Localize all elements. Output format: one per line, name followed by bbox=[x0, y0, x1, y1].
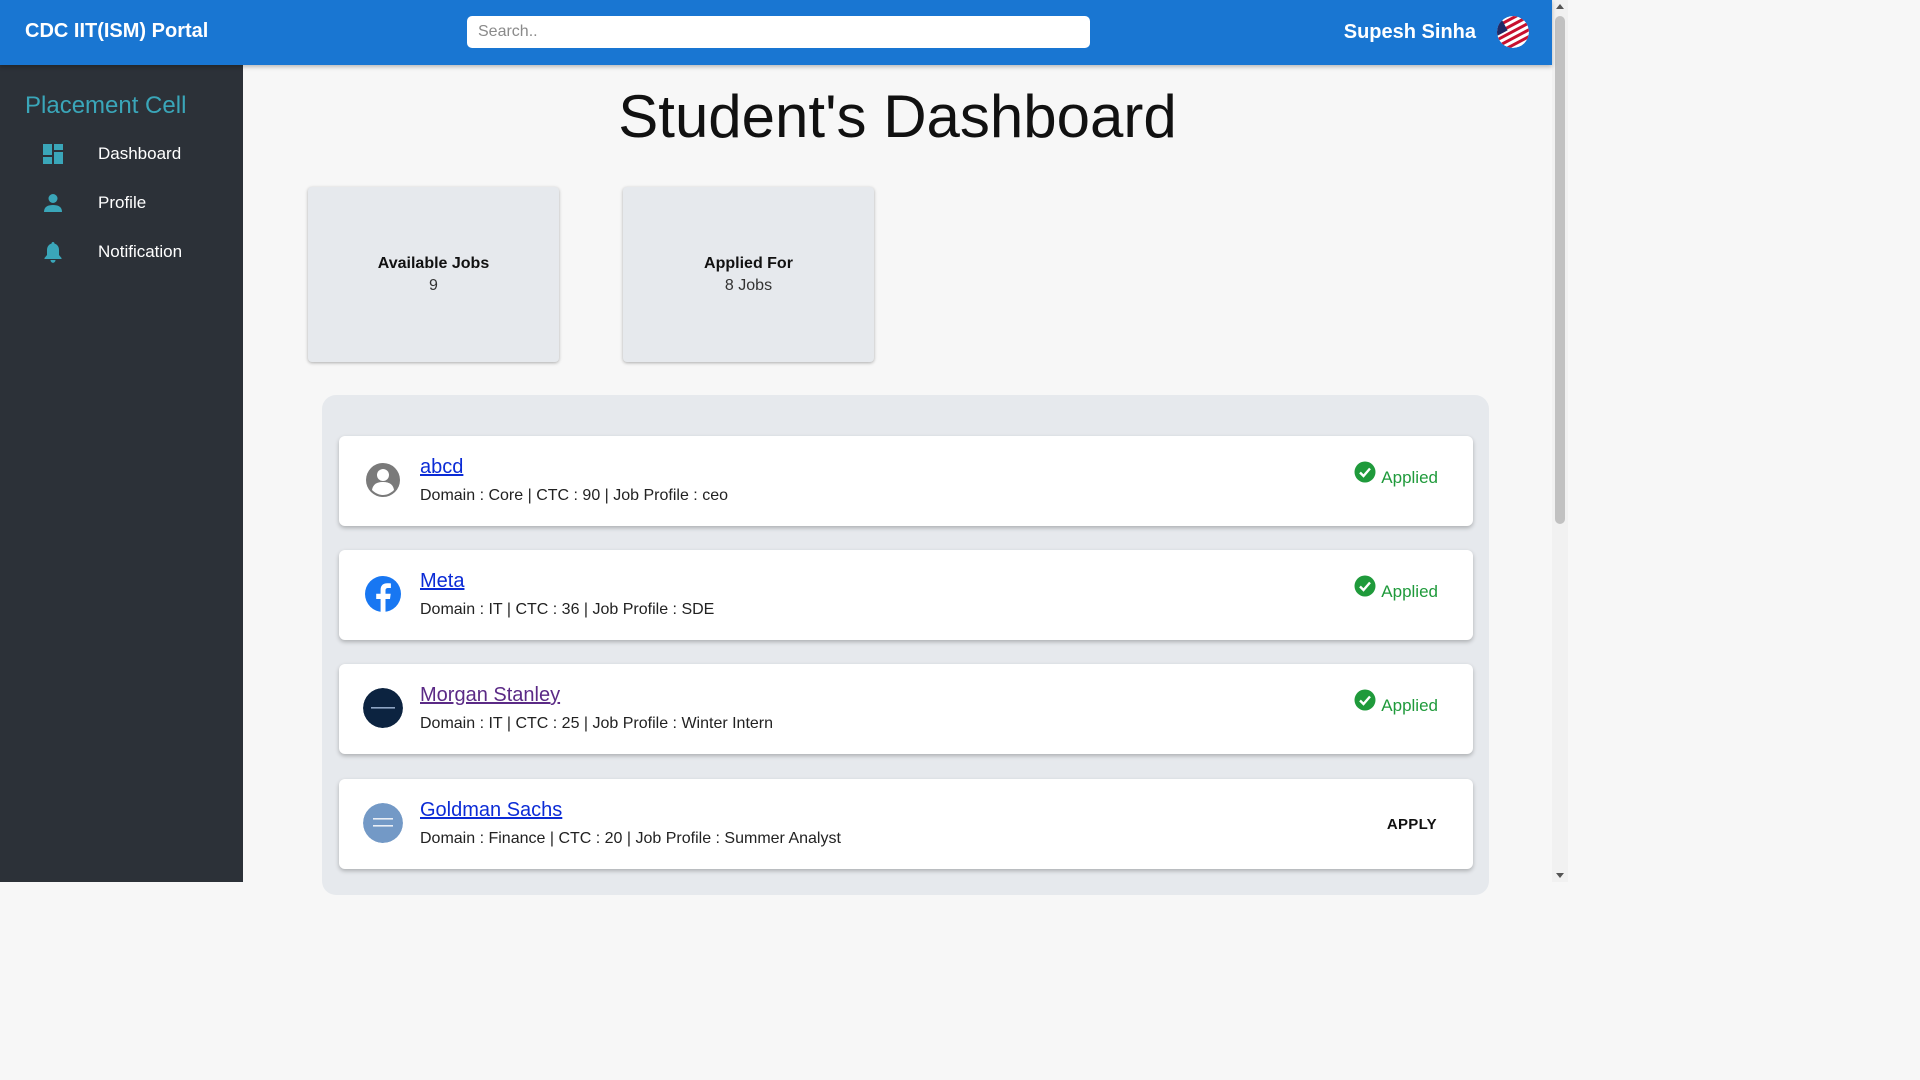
company-link[interactable]: Goldman Sachs bbox=[420, 799, 562, 822]
check-circle-icon bbox=[1354, 575, 1376, 597]
person-icon bbox=[42, 192, 64, 214]
goldman-sachs-logo bbox=[363, 803, 403, 843]
sidebar-item-notification[interactable]: Notification bbox=[0, 232, 243, 272]
default-avatar-icon bbox=[363, 460, 403, 500]
stat-value: 8 Jobs bbox=[724, 277, 773, 294]
job-card: abcd Domain : Core | CTC : 90 | Job Prof… bbox=[339, 436, 1473, 526]
scroll-thumb[interactable] bbox=[1555, 16, 1565, 524]
job-card: Goldman Sachs Domain : Finance | CTC : 2… bbox=[339, 779, 1473, 869]
portal-brand[interactable]: CDC IIT(ISM) Portal bbox=[25, 20, 208, 43]
sidebar-item-label: Notification bbox=[98, 242, 183, 261]
status-label: Applied bbox=[1381, 582, 1438, 601]
job-details: Domain : Finance | CTC : 20 | Job Profil… bbox=[420, 830, 841, 847]
stat-value: 9 bbox=[429, 277, 438, 294]
status-label: Applied bbox=[1381, 468, 1438, 487]
stat-card-available-jobs: Available Jobs 9 bbox=[308, 187, 559, 362]
stat-label: Applied For bbox=[704, 255, 793, 272]
avatar[interactable] bbox=[1497, 16, 1529, 48]
job-details: Domain : Core | CTC : 90 | Job Profile :… bbox=[420, 487, 728, 504]
scroll-up-icon[interactable] bbox=[1556, 4, 1564, 9]
sidebar-item-label: Profile bbox=[98, 193, 147, 212]
top-bar: CDC IIT(ISM) Portal Supesh Sinha bbox=[0, 0, 1552, 65]
apply-button[interactable]: APPLY bbox=[1373, 809, 1451, 839]
search-input[interactable] bbox=[467, 16, 1090, 48]
job-details: Domain : IT | CTC : 25 | Job Profile : W… bbox=[420, 715, 774, 732]
status-label: Applied bbox=[1381, 696, 1438, 715]
status-badge: Applied bbox=[1354, 689, 1438, 716]
status-badge: Applied bbox=[1354, 461, 1438, 488]
company-link[interactable]: abcd bbox=[420, 456, 463, 479]
check-circle-icon bbox=[1354, 689, 1376, 711]
company-link[interactable]: Meta bbox=[420, 570, 464, 593]
sidebar-item-profile[interactable]: Profile bbox=[0, 183, 243, 223]
scrollbar[interactable] bbox=[1552, 0, 1568, 882]
sidebar-title: Placement Cell bbox=[25, 92, 187, 119]
check-circle-icon bbox=[1354, 461, 1376, 483]
morgan-stanley-logo bbox=[363, 688, 403, 728]
facebook-logo bbox=[363, 574, 403, 614]
company-link[interactable]: Morgan Stanley bbox=[420, 684, 560, 707]
bell-icon bbox=[42, 241, 64, 263]
job-card: Morgan Stanley Domain : IT | CTC : 25 | … bbox=[339, 664, 1473, 754]
scroll-down-icon[interactable] bbox=[1556, 873, 1564, 878]
sidebar-item-label: Dashboard bbox=[98, 144, 182, 163]
sidebar: Placement Cell Dashboard Profile Notific… bbox=[0, 65, 243, 882]
page-title: Student's Dashboard bbox=[618, 83, 1177, 150]
stat-card-applied-for: Applied For 8 Jobs bbox=[623, 187, 874, 362]
job-details: Domain : IT | CTC : 36 | Job Profile : S… bbox=[420, 601, 715, 618]
user-name[interactable]: Supesh Sinha bbox=[1344, 21, 1476, 44]
sidebar-item-dashboard[interactable]: Dashboard bbox=[0, 134, 243, 174]
status-badge: Applied bbox=[1354, 575, 1438, 602]
dashboard-icon bbox=[42, 143, 64, 165]
stat-label: Available Jobs bbox=[377, 255, 490, 272]
job-card: Meta Domain : IT | CTC : 36 | Job Profil… bbox=[339, 550, 1473, 640]
